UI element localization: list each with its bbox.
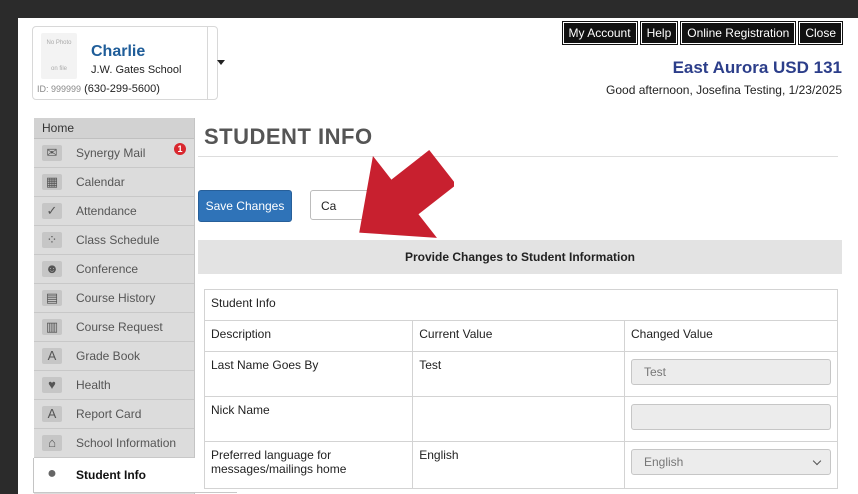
class-schedule-icon: ⁘ xyxy=(42,232,62,248)
student-icon: ● xyxy=(47,465,57,482)
chevron-down-icon xyxy=(812,456,822,466)
course-request-icon: ▥ xyxy=(42,319,62,335)
sidebar-item-label: Health xyxy=(76,378,111,392)
calendar-icon: ▦ xyxy=(42,174,62,190)
preferred-language-select[interactable]: English xyxy=(631,449,831,475)
sidebar-item-label: Course History xyxy=(76,291,156,305)
row-description: Nick Name xyxy=(203,396,414,442)
sidebar-item-course-request[interactable]: ▥ Course Request xyxy=(34,313,194,342)
school-icon: ⌂ xyxy=(42,435,62,451)
sidebar-item-attendance[interactable]: ✓ Attendance xyxy=(34,197,194,226)
sidebar-item-school-information[interactable]: ⌂ School Information xyxy=(34,429,194,458)
report-card-icon: A xyxy=(42,406,62,422)
sidebar-item-label: Class Schedule xyxy=(76,233,160,247)
my-account-button[interactable]: My Account xyxy=(561,21,638,45)
title-divider xyxy=(198,156,838,157)
student-phone: (630-299-5600) xyxy=(84,83,160,95)
sidebar-item-report-card[interactable]: A Report Card xyxy=(34,400,194,429)
row-current-value xyxy=(412,396,625,442)
mail-icon: ✉ xyxy=(42,145,62,161)
caret-down-icon xyxy=(217,60,225,65)
help-button[interactable]: Help xyxy=(639,21,679,45)
table-row: Last Name Goes By Test Test xyxy=(203,351,838,397)
student-id-line: ID: 999999 (630-299-5600) xyxy=(37,83,160,95)
row-description: Last Name Goes By xyxy=(203,351,414,397)
red-arrow-annotation xyxy=(359,150,454,238)
unread-badge: 1 xyxy=(174,143,186,155)
page-title: STUDENT INFO xyxy=(204,124,373,149)
student-id: ID: 999999 xyxy=(37,84,82,94)
student-name: Charlie xyxy=(91,43,146,60)
student-card[interactable]: No Photo on file Charlie J.W. Gates Scho… xyxy=(32,26,225,100)
attendance-check-icon: ✓ xyxy=(42,203,62,219)
student-photo-placeholder: No Photo on file xyxy=(41,33,77,79)
main-content: STUDENT INFO Save Changes Ca Provide Cha… xyxy=(198,118,858,494)
health-icon: ♥ xyxy=(42,377,62,393)
online-registration-button[interactable]: Online Registration xyxy=(680,21,797,45)
row-description: Preferred language for messages/mailings… xyxy=(203,441,414,489)
page: No Photo on file Charlie J.W. Gates Scho… xyxy=(18,18,858,494)
sidebar-item-label: Attendance xyxy=(76,204,137,218)
column-header-changed-value: Changed Value xyxy=(624,320,838,352)
sidebar-item-label: Course Request xyxy=(76,320,163,334)
column-header-description: Description xyxy=(203,320,414,352)
student-school: J.W. Gates School xyxy=(91,64,182,76)
sidebar: Home ✉ Synergy Mail 1 ▦ Calendar ✓ Atten… xyxy=(33,118,237,494)
table-row: Nick Name xyxy=(203,396,838,442)
column-header-current-value: Current Value xyxy=(412,320,625,352)
top-button-bar: My Account Help Online Registration Clos… xyxy=(561,21,843,45)
preferred-language-value: English xyxy=(644,455,684,469)
district-name: East Aurora USD 131 xyxy=(672,58,842,77)
section-header: Provide Changes to Student Information xyxy=(198,240,842,274)
sidebar-item-label: Report Card xyxy=(76,407,142,421)
table-row: Preferred language for messages/mailings… xyxy=(203,441,838,489)
student-switch-dropdown[interactable] xyxy=(207,27,234,99)
sidebar-item-home[interactable]: Home xyxy=(34,118,194,139)
grade-book-icon: A xyxy=(42,348,62,364)
sidebar-item-class-schedule[interactable]: ⁘ Class Schedule xyxy=(34,226,194,255)
row-current-value: English xyxy=(412,441,625,489)
nick-name-input[interactable] xyxy=(631,404,831,430)
conference-icon: ☻ xyxy=(42,261,62,277)
course-history-icon: ▤ xyxy=(42,290,62,306)
row-current-value: Test xyxy=(412,351,625,397)
sidebar-item-grade-book[interactable]: A Grade Book xyxy=(34,342,194,371)
close-button[interactable]: Close xyxy=(798,21,843,45)
sidebar-item-label: School Information xyxy=(76,436,177,450)
sidebar-item-conference[interactable]: ☻ Conference xyxy=(34,255,194,284)
arrow-shape xyxy=(359,150,454,238)
sidebar-item-course-history[interactable]: ▤ Course History xyxy=(34,284,194,313)
save-changes-button[interactable]: Save Changes xyxy=(198,190,292,222)
sidebar-item-label: Synergy Mail xyxy=(76,146,146,160)
sidebar-item-synergy-mail[interactable]: ✉ Synergy Mail 1 xyxy=(34,139,194,168)
sidebar-item-label: Grade Book xyxy=(76,349,141,363)
table-subheader: Student Info xyxy=(204,289,838,321)
student-info-table: Student Info Description Current Value C… xyxy=(203,289,838,489)
sidebar-item-calendar[interactable]: ▦ Calendar xyxy=(34,168,194,197)
sidebar-item-health[interactable]: ♥ Health xyxy=(34,371,194,400)
sidebar-item-label: Conference xyxy=(76,262,139,276)
last-name-goes-by-input[interactable]: Test xyxy=(631,359,831,385)
greeting-text: Good afternoon, Josefina Testing, 1/23/2… xyxy=(606,83,842,97)
sidebar-item-label: Calendar xyxy=(76,175,125,189)
sidebar-item-label: Student Info xyxy=(76,468,146,482)
